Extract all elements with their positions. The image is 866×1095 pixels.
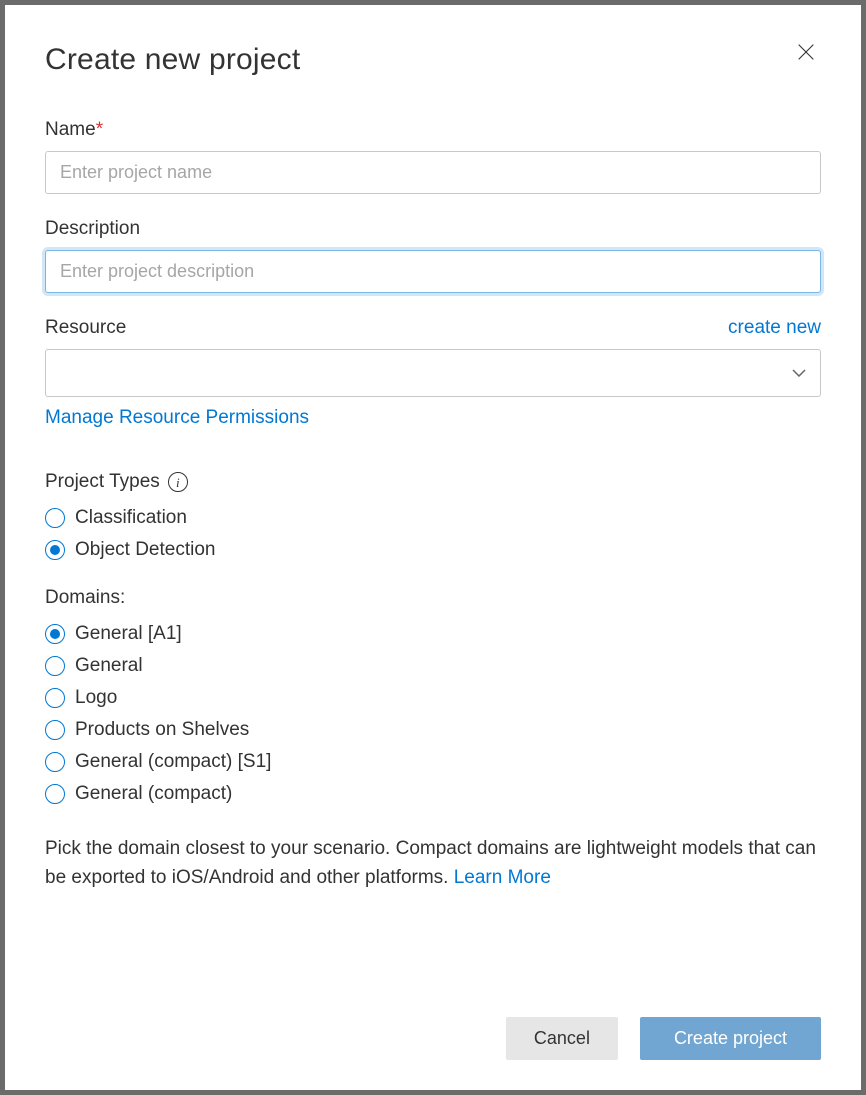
resource-label: Resource — [45, 317, 126, 339]
radio-label: Products on Shelves — [75, 719, 249, 741]
resource-label-row: Resource create new — [45, 317, 821, 339]
domains-label: Domains: — [45, 587, 125, 609]
domain-general[interactable]: General — [45, 655, 821, 677]
project-types-section: Project Types i Classification Object De… — [45, 471, 821, 561]
resource-group: Resource create new Manage Resource Perm… — [45, 317, 821, 429]
domain-logo[interactable]: Logo — [45, 687, 821, 709]
required-asterisk: * — [96, 119, 103, 140]
close-button[interactable] — [791, 37, 821, 70]
project-type-classification[interactable]: Classification — [45, 507, 821, 529]
radio-label: Logo — [75, 687, 117, 709]
radio-icon — [45, 508, 65, 528]
create-project-button[interactable]: Create project — [640, 1017, 821, 1060]
close-icon — [795, 41, 817, 63]
info-icon[interactable]: i — [168, 472, 188, 492]
project-type-object-detection[interactable]: Object Detection — [45, 539, 821, 561]
domains-helper-text: Pick the domain closest to your scenario… — [45, 835, 821, 892]
create-project-modal: Create new project Name* Description Res… — [5, 5, 861, 1090]
radio-icon — [45, 784, 65, 804]
domain-general-compact-s1[interactable]: General (compact) [S1] — [45, 751, 821, 773]
domains-section: Domains: General [A1] General Logo Produ… — [45, 587, 821, 805]
radio-icon — [45, 656, 65, 676]
radio-label: Classification — [75, 507, 187, 529]
name-label: Name* — [45, 119, 821, 141]
create-new-resource-link[interactable]: create new — [728, 317, 821, 339]
project-types-radio-group: Classification Object Detection — [45, 507, 821, 561]
radio-label: General [A1] — [75, 623, 182, 645]
domains-radio-group: General [A1] General Logo Products on Sh… — [45, 623, 821, 805]
cancel-button[interactable]: Cancel — [506, 1017, 618, 1060]
name-input[interactable] — [45, 151, 821, 194]
domain-general-compact[interactable]: General (compact) — [45, 783, 821, 805]
helper-text-content: Pick the domain closest to your scenario… — [45, 838, 816, 888]
radio-label: General (compact) [S1] — [75, 751, 271, 773]
radio-icon — [45, 720, 65, 740]
resource-select[interactable] — [45, 349, 821, 397]
manage-resource-permissions-link[interactable]: Manage Resource Permissions — [45, 407, 309, 429]
domain-general-a1[interactable]: General [A1] — [45, 623, 821, 645]
modal-title: Create new project — [45, 43, 300, 77]
radio-icon — [45, 752, 65, 772]
name-group: Name* — [45, 119, 821, 194]
button-row: Cancel Create project — [45, 1017, 821, 1060]
description-input[interactable] — [45, 250, 821, 293]
radio-label: General (compact) — [75, 783, 232, 805]
domain-products-on-shelves[interactable]: Products on Shelves — [45, 719, 821, 741]
learn-more-link[interactable]: Learn More — [454, 867, 551, 888]
name-label-text: Name — [45, 119, 96, 140]
radio-label: Object Detection — [75, 539, 215, 561]
description-group: Description — [45, 218, 821, 293]
radio-icon — [45, 624, 65, 644]
radio-label: General — [75, 655, 143, 677]
radio-icon — [45, 688, 65, 708]
radio-icon — [45, 540, 65, 560]
project-types-label: Project Types i — [45, 471, 188, 493]
description-label: Description — [45, 218, 821, 240]
modal-header: Create new project — [45, 43, 821, 77]
project-types-label-text: Project Types — [45, 471, 160, 493]
